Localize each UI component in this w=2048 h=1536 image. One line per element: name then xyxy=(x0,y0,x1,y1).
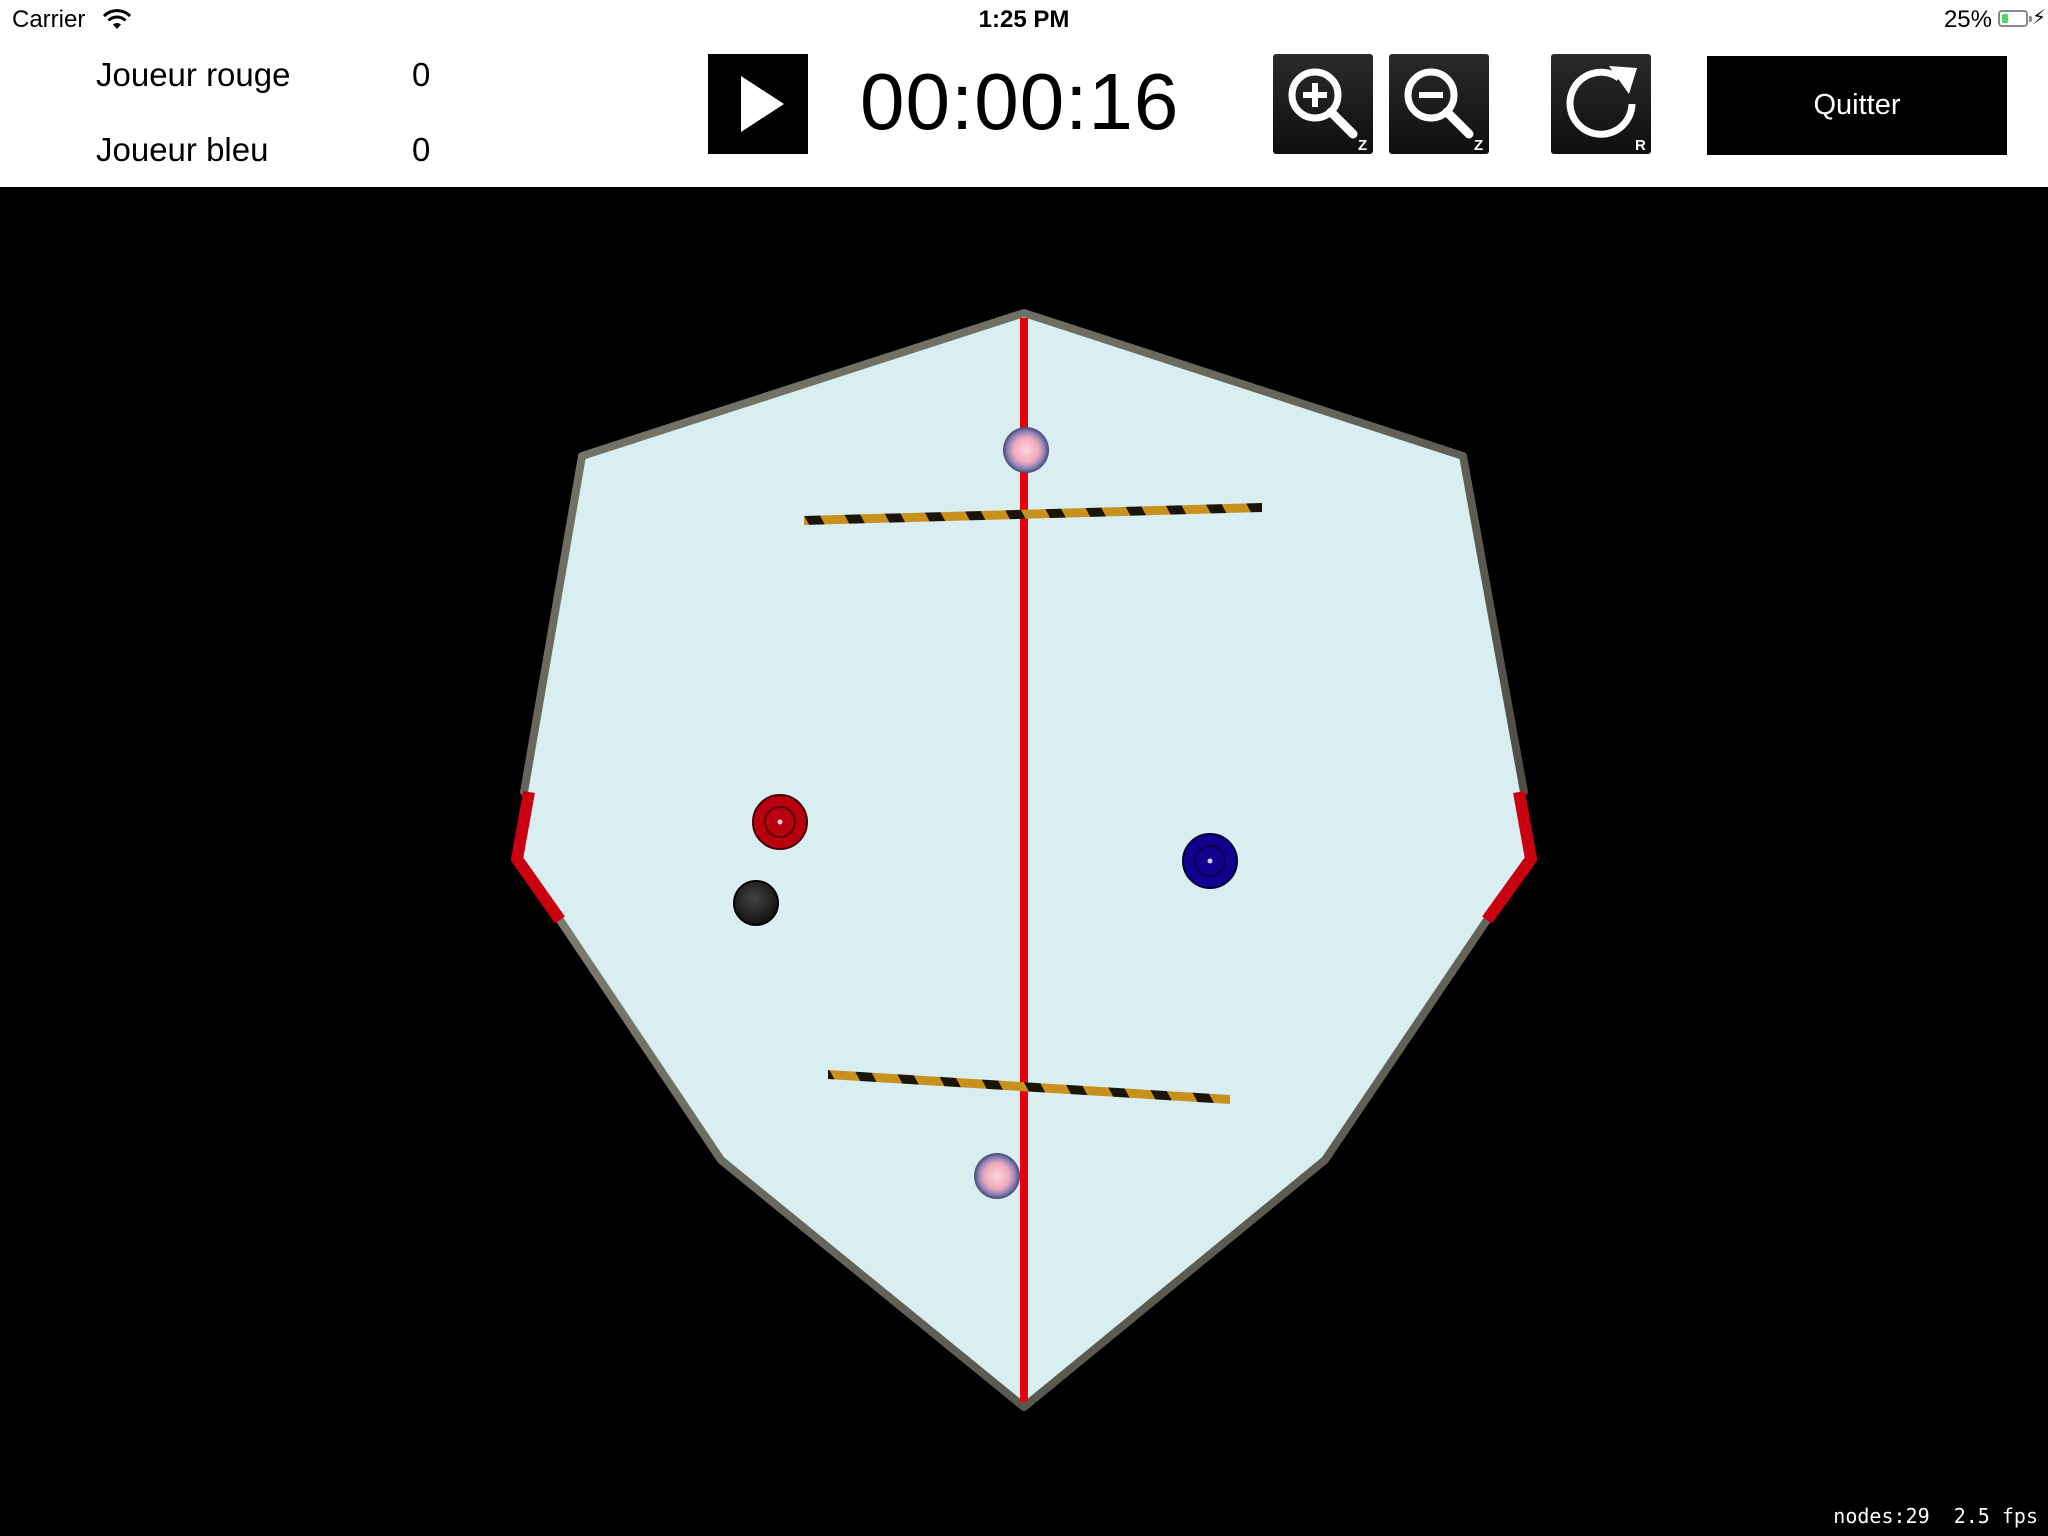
zoom-in-button[interactable]: Z xyxy=(1273,54,1373,154)
reset-shortcut: R xyxy=(1635,137,1646,154)
quit-button[interactable]: Quitter xyxy=(1707,56,2007,155)
battery-level-fill xyxy=(2002,14,2008,23)
zoom-out-button[interactable]: Z xyxy=(1389,54,1489,154)
game-timer: 00:00:16 xyxy=(860,57,1180,146)
play-button[interactable] xyxy=(708,54,808,154)
fps-counter: 2.5 fps xyxy=(1953,1504,2038,1528)
portal-top xyxy=(1003,427,1049,473)
blue-player-score: 0 xyxy=(412,131,431,168)
zoom-in-icon: Z xyxy=(1288,68,1367,154)
debug-stats: nodes:29 2.5 fps xyxy=(1833,1504,2038,1528)
status-bar: Carrier 1:25 PM 25% ⚡︎ xyxy=(0,0,2048,40)
clock: 1:25 PM xyxy=(978,6,1070,33)
red-player-score: 0 xyxy=(412,56,431,93)
zoom-out-icon: Z xyxy=(1404,68,1483,154)
red-player-name: Joueur rouge xyxy=(96,56,291,93)
portal-bottom xyxy=(974,1153,1020,1199)
play-icon xyxy=(741,76,784,132)
blue-mallet[interactable] xyxy=(1182,833,1238,889)
battery-percent: 25% xyxy=(1943,6,1992,33)
reset-button[interactable]: R xyxy=(1551,54,1651,154)
zoom-out-shortcut: Z xyxy=(1474,137,1483,154)
puck xyxy=(733,880,779,926)
top-toolbar: Carrier 1:25 PM 25% ⚡︎ Joueur rouge 0 Jo… xyxy=(0,0,2048,187)
node-count: nodes:29 xyxy=(1833,1504,1930,1528)
blue-player-name: Joueur bleu xyxy=(96,131,269,168)
red-mallet[interactable] xyxy=(752,794,808,850)
charging-bolt-icon: ⚡︎ xyxy=(2031,7,2046,29)
reset-icon: R xyxy=(1566,66,1646,154)
battery-icon xyxy=(1998,10,2032,27)
game-field xyxy=(511,309,1537,1411)
zoom-in-shortcut: Z xyxy=(1358,137,1367,154)
